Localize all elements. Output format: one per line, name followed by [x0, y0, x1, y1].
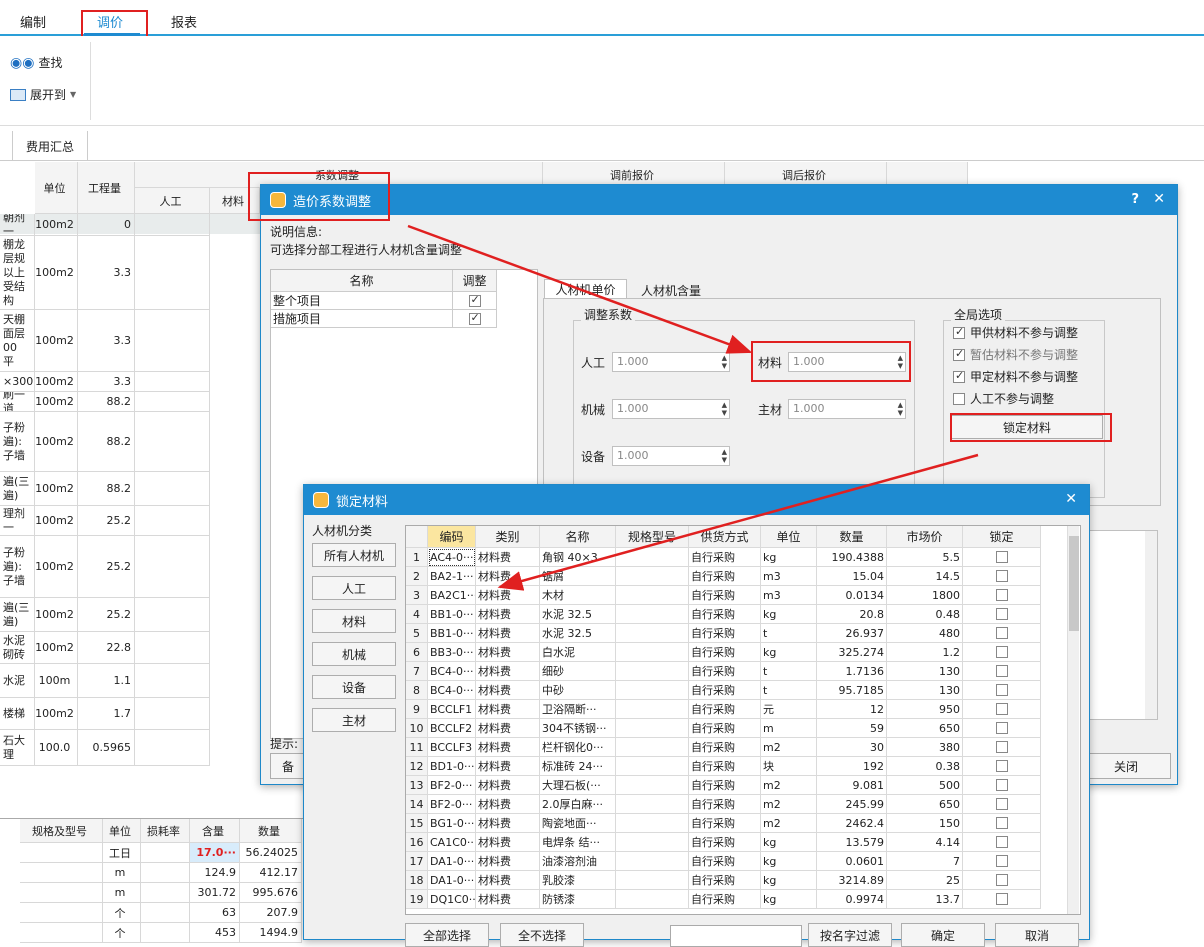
- arrow-to-material: [407, 224, 753, 354]
- annotation-arrows: [407, 224, 979, 591]
- arrow-to-lock-dialog: [497, 453, 979, 591]
